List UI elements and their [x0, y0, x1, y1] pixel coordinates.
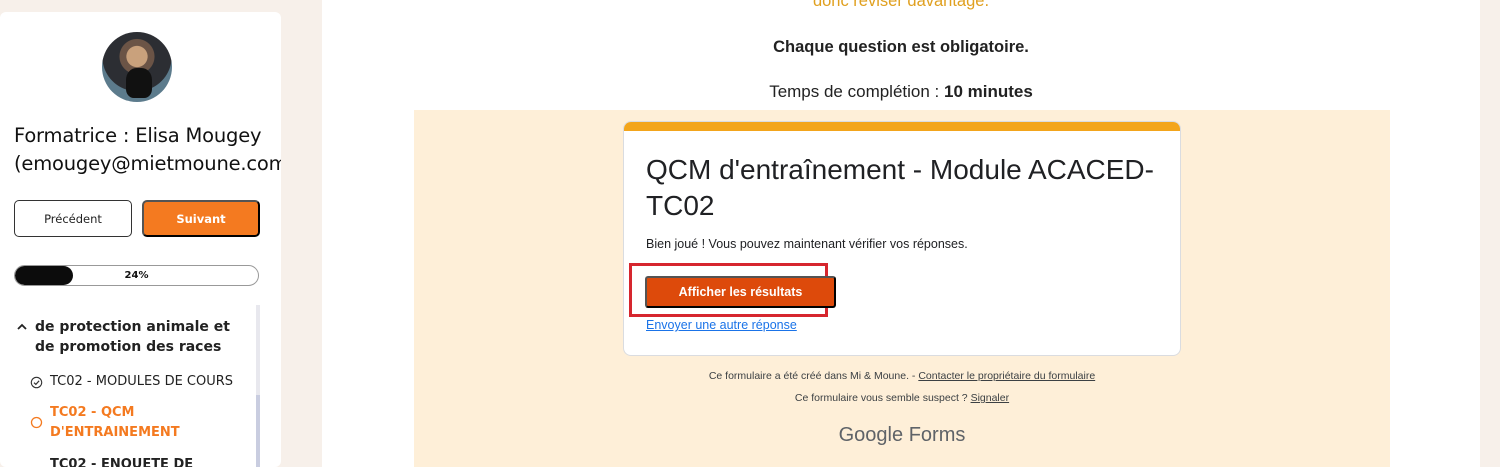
- confirmation-message: Bien joué ! Vous pouvez maintenant vérif…: [646, 237, 968, 251]
- contact-owner-link[interactable]: Contacter le propriétaire du formulaire: [918, 370, 1095, 382]
- previous-button[interactable]: Précédent: [14, 200, 132, 237]
- chevron-up-icon[interactable]: [16, 321, 28, 333]
- report-link[interactable]: Signaler: [971, 392, 1010, 404]
- required-text: Chaque question est obligatoire.: [773, 38, 1029, 56]
- google-form-embed: QCM d'entraînement - Module ACACED-TC02 …: [414, 110, 1390, 467]
- completion-time: Temps de complétion : 10 minutes: [322, 82, 1480, 102]
- partial-text: donc réviser davantage.: [812, 0, 990, 10]
- time-prefix: Temps de complétion :: [769, 82, 944, 101]
- google-forms-logo: Google Forms: [414, 424, 1390, 447]
- card-accent: [624, 122, 1180, 131]
- course-nav: de protection animale et de promotion de…: [0, 305, 262, 467]
- nav-item-label: TC02 - QCM D'ENTRAINEMENT: [50, 405, 180, 440]
- nav-item-label: TC02 - MODULES DE COURS: [50, 374, 234, 389]
- resend-response-link[interactable]: Envoyer une autre réponse: [646, 318, 797, 332]
- form-title: QCM d'entraînement - Module ACACED-TC02: [646, 154, 1154, 221]
- google-brand: Google: [838, 424, 904, 446]
- progress-bar: 24%: [14, 265, 259, 286]
- avatar: [102, 32, 172, 102]
- form-footer: Ce formulaire a été créé dans Mi & Moune…: [414, 370, 1390, 382]
- next-button[interactable]: Suivant: [142, 200, 260, 237]
- report-line: Ce formulaire vous semble suspect ? Sign…: [414, 392, 1390, 404]
- suspect-text: Ce formulaire vous semble suspect ?: [794, 392, 971, 404]
- nav-item-label: TC02 - ENQUETE DE: [50, 457, 194, 467]
- trainer-label: Formatrice : Elisa Mougey (emougey@mietm…: [14, 124, 281, 175]
- time-value: 10 minutes: [944, 82, 1033, 101]
- forms-brand: Forms: [908, 424, 966, 446]
- form-card: QCM d'entraînement - Module ACACED-TC02 …: [623, 121, 1181, 356]
- show-results-button[interactable]: Afficher les résultats: [645, 276, 836, 308]
- progress-text: 24%: [124, 270, 149, 281]
- section-title[interactable]: de protection animale et de promotion de…: [35, 317, 245, 357]
- empty-circle-icon: [30, 416, 43, 429]
- check-circle-icon: [30, 376, 43, 389]
- footer-text: Ce formulaire a été créé dans Mi & Moune…: [708, 370, 919, 382]
- sidebar-scroll-thumb[interactable]: [256, 395, 260, 467]
- main-content: donc réviser davantage. Chaque question …: [322, 0, 1480, 467]
